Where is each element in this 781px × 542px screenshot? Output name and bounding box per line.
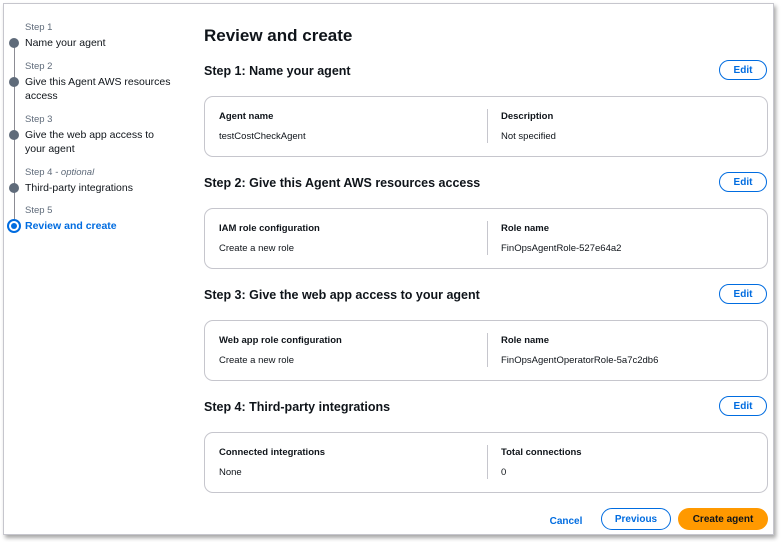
section-heading-step-1: Step 1: Name your agent (204, 64, 351, 78)
column-divider (487, 333, 488, 367)
field-key: Role name (501, 335, 550, 346)
step-marker-icon (9, 38, 19, 48)
field-key: Total connections (501, 447, 582, 458)
field-role-name: Role name FinOpsAgentRole-527e64a2 (501, 223, 621, 254)
field-value: None (219, 467, 242, 478)
section-heading-step-3: Step 3: Give the web app access to your … (204, 288, 480, 302)
edit-step-4-button[interactable]: Edit (719, 396, 767, 416)
step-label: Give the web app access to your agent (25, 129, 154, 155)
field-web-app-role-configuration: Web app role configuration Create a new … (219, 335, 342, 366)
step-label: Name your agent (25, 37, 106, 49)
step-label: Third-party integrations (25, 182, 133, 194)
field-value: Not specified (501, 131, 556, 142)
edit-step-2-button[interactable]: Edit (719, 172, 767, 192)
field-key: IAM role configuration (219, 223, 320, 234)
step-marker-icon (9, 130, 19, 140)
column-divider (487, 221, 488, 255)
current-step-marker-icon (7, 219, 21, 233)
step-label: Give this Agent AWS resources access (25, 76, 171, 102)
field-value: FinOpsAgentOperatorRole-5a7c2db6 (501, 355, 659, 366)
field-key: Description (501, 111, 554, 122)
section-heading-step-2: Step 2: Give this Agent AWS resources ac… (204, 176, 481, 190)
field-value: 0 (501, 467, 507, 478)
field-key: Agent name (219, 111, 274, 122)
field-key: Role name (501, 223, 550, 234)
summary-card-step-4: Connected integrations None Total connec… (204, 432, 768, 493)
create-agent-button[interactable]: Create agent (678, 508, 768, 530)
summary-card-step-1: Agent name testCostCheckAgent Descriptio… (204, 96, 768, 157)
summary-card-step-3: Web app role configuration Create a new … (204, 320, 768, 381)
column-divider (487, 445, 488, 479)
previous-button[interactable]: Previous (601, 508, 671, 530)
edit-step-3-button[interactable]: Edit (719, 284, 767, 304)
step-label: Review and create (25, 220, 117, 232)
field-iam-role-configuration: IAM role configuration Create a new role (219, 223, 320, 254)
step-number: Step 2 (25, 61, 53, 72)
step-marker-icon (9, 183, 19, 193)
field-connected-integrations: Connected integrations None (219, 447, 325, 478)
step-number: Step 1 (25, 22, 53, 33)
field-value: FinOpsAgentRole-527e64a2 (501, 243, 622, 254)
field-total-connections: Total connections 0 (501, 447, 582, 478)
field-value: Create a new role (219, 355, 294, 366)
column-divider (487, 109, 488, 143)
field-value: testCostCheckAgent (219, 131, 306, 142)
step-number: Step 5 (25, 205, 53, 216)
step-number: Step 3 (25, 114, 53, 125)
step-number: Step 4 - optional (25, 167, 95, 178)
field-value: Create a new role (219, 243, 294, 254)
edit-step-1-button[interactable]: Edit (719, 60, 767, 80)
step-marker-icon (9, 77, 19, 87)
wizard-window: Step 1 Name your agent Step 2 Give this … (3, 3, 774, 535)
field-key: Web app role configuration (219, 335, 342, 346)
page-title: Review and create (204, 26, 353, 45)
field-role-name: Role name FinOpsAgentOperatorRole-5a7c2d… (501, 335, 658, 366)
field-key: Connected integrations (219, 447, 326, 458)
summary-card-step-2: IAM role configuration Create a new role… (204, 208, 768, 269)
field-description: Description Not specified (501, 111, 556, 142)
field-agent-name: Agent name testCostCheckAgent (219, 111, 306, 142)
cancel-button[interactable]: Cancel (544, 510, 588, 532)
section-heading-step-4: Step 4: Third-party integrations (204, 400, 391, 414)
steps-navigation: Step 1 Name your agent Step 2 Give this … (4, 4, 189, 534)
